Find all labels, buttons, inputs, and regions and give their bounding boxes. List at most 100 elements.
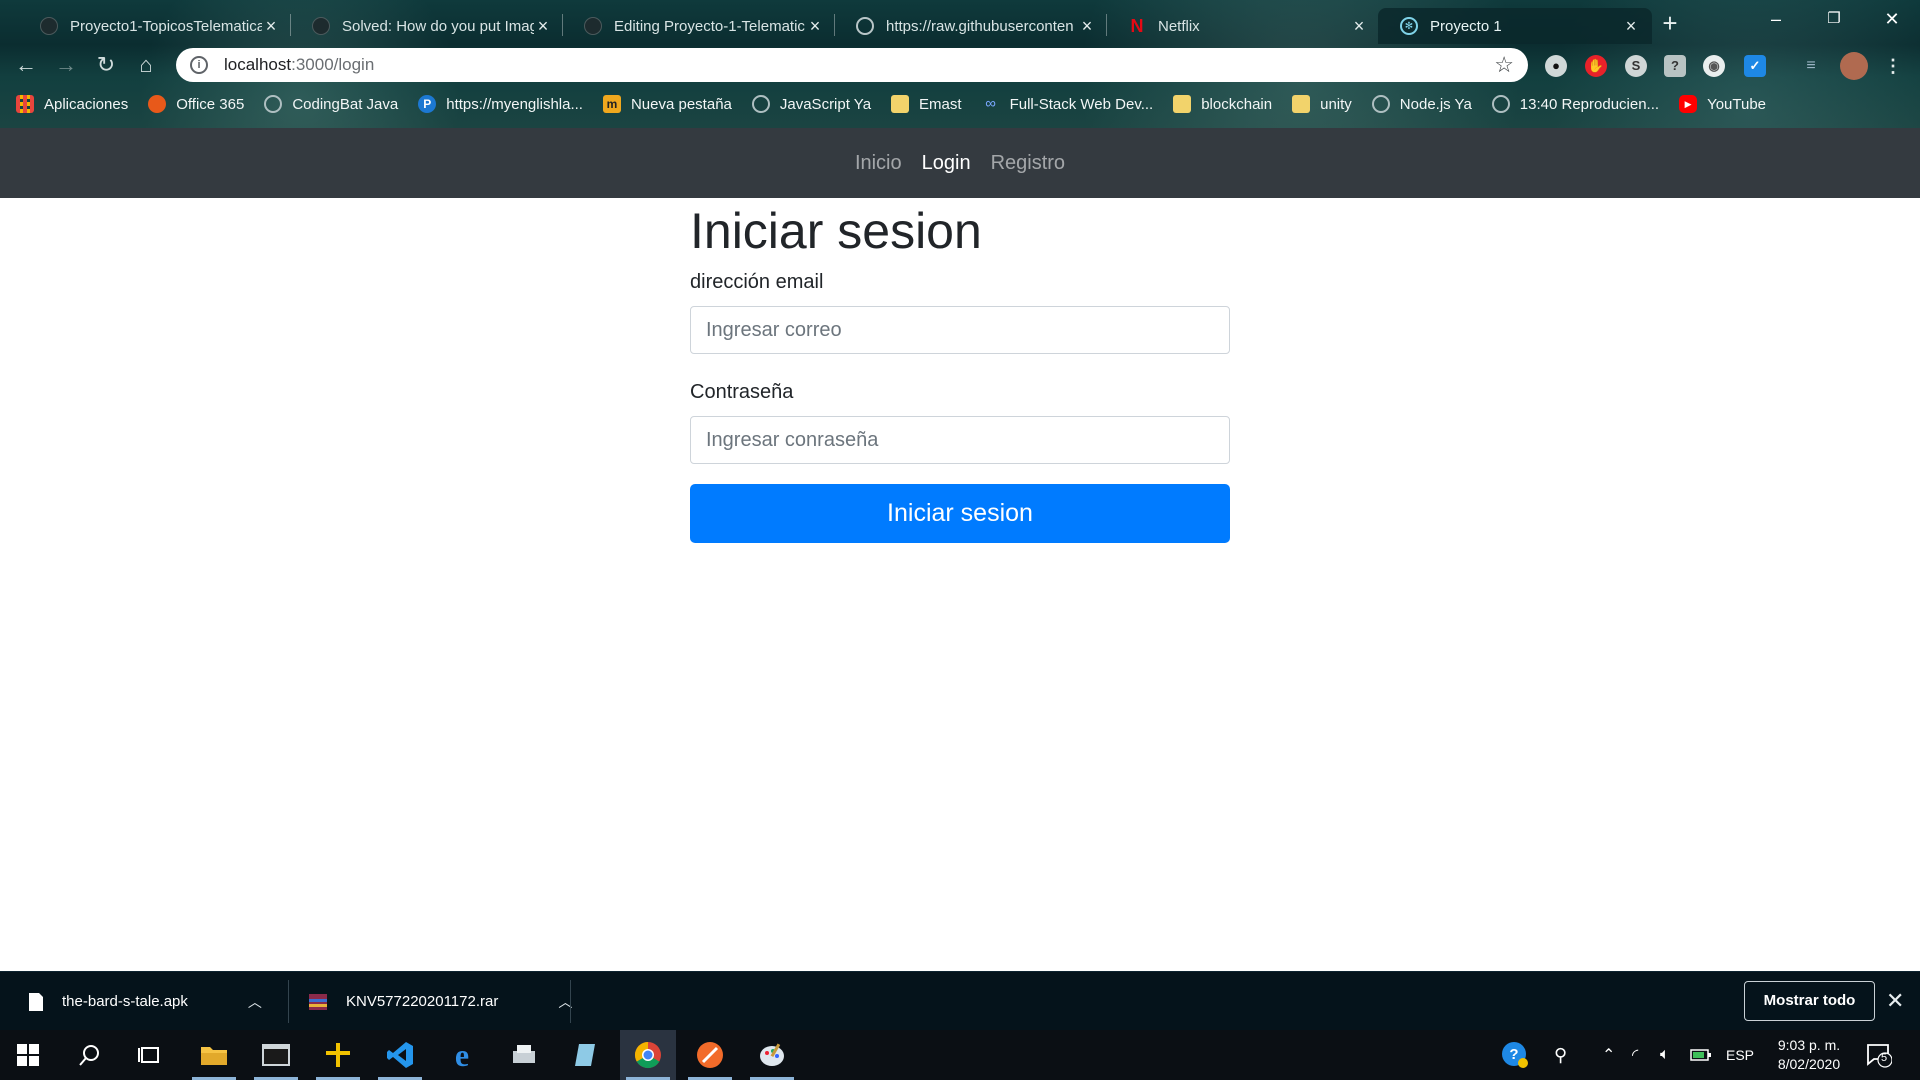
download-item[interactable]: KNV577220201172.rar ︿ bbox=[308, 972, 572, 1031]
bookmark-item[interactable]: 13:40 Reproducien... bbox=[1491, 95, 1659, 113]
file-explorer-icon[interactable] bbox=[186, 1030, 242, 1080]
back-icon[interactable]: ← bbox=[10, 49, 42, 81]
battery-icon[interactable] bbox=[1690, 1030, 1712, 1080]
chevron-up-icon[interactable]: ⌃ bbox=[1602, 1030, 1615, 1080]
help-tray-icon[interactable]: ? bbox=[1500, 1030, 1530, 1080]
record-extension-icon[interactable]: ◉ bbox=[1703, 55, 1725, 77]
bookmark-item[interactable]: Office 365 bbox=[148, 95, 244, 113]
globe-icon bbox=[1491, 95, 1510, 113]
folder-icon bbox=[1173, 95, 1192, 113]
close-tab-icon[interactable]: × bbox=[262, 16, 280, 37]
email-field[interactable] bbox=[690, 306, 1230, 354]
svg-text:?: ? bbox=[1509, 1046, 1518, 1063]
search-icon[interactable] bbox=[62, 1030, 118, 1080]
close-tab-icon[interactable]: × bbox=[1350, 16, 1368, 37]
minimize-icon[interactable]: – bbox=[1746, 4, 1806, 34]
bookmark-item[interactable]: ∞ Full-Stack Web Dev... bbox=[982, 95, 1153, 113]
close-window-icon[interactable]: ✕ bbox=[1862, 4, 1920, 34]
login-submit-button[interactable]: Iniciar sesion bbox=[690, 484, 1230, 543]
bookmark-item[interactable]: blockchain bbox=[1173, 95, 1272, 113]
extension-icon[interactable]: ● bbox=[1545, 55, 1567, 77]
nav-link-inicio[interactable]: Inicio bbox=[845, 152, 912, 175]
nav-link-registro[interactable]: Registro bbox=[981, 152, 1075, 175]
close-tab-icon[interactable]: × bbox=[806, 16, 824, 37]
download-item[interactable]: the-bard-s-tale.apk ︿ bbox=[28, 972, 262, 1031]
notification-center-icon[interactable]: 5 bbox=[1866, 1042, 1893, 1068]
compass-app-icon[interactable] bbox=[682, 1030, 738, 1080]
adblock-extension-icon[interactable]: ✋ bbox=[1585, 55, 1607, 77]
browser-tab[interactable]: https://raw.githubuserconten × bbox=[834, 8, 1108, 44]
home-icon[interactable]: ⌂ bbox=[130, 49, 162, 81]
password-field[interactable] bbox=[690, 416, 1230, 464]
login-form: Iniciar sesion dirección email Contraseñ… bbox=[690, 200, 1230, 543]
start-button[interactable] bbox=[0, 1030, 56, 1080]
bookmark-item[interactable]: JavaScript Ya bbox=[751, 95, 871, 113]
new-tab-icon[interactable]: + bbox=[1656, 10, 1684, 38]
menu-kebab-icon[interactable]: ⋮ bbox=[1882, 55, 1904, 77]
bookmark-item[interactable]: unity bbox=[1292, 95, 1352, 113]
vscode-icon[interactable] bbox=[372, 1030, 428, 1080]
close-tab-icon[interactable]: × bbox=[1078, 16, 1096, 37]
url-host: localhost bbox=[224, 55, 292, 74]
clock-date: 8/02/2020 bbox=[1777, 1056, 1841, 1072]
download-bar: the-bard-s-tale.apk ︿ KNV577220201172.ra… bbox=[0, 971, 1920, 1030]
tab-strip: Proyecto1-TopicosTelematica × Solved: Ho… bbox=[0, 0, 1920, 46]
bookmark-item[interactable]: ▶ YouTube bbox=[1679, 95, 1766, 113]
printer-icon[interactable] bbox=[496, 1030, 552, 1080]
site-info-icon[interactable]: i bbox=[190, 56, 208, 74]
winrar-icon bbox=[309, 993, 327, 1010]
browser-tab[interactable]: Solved: How do you put Imag × bbox=[290, 8, 564, 44]
wifi-icon[interactable]: ◜ bbox=[1632, 1030, 1638, 1080]
paint-icon[interactable] bbox=[744, 1030, 800, 1080]
profile-avatar[interactable] bbox=[1840, 52, 1868, 80]
page-title: Iniciar sesion bbox=[690, 203, 982, 259]
task-view-icon[interactable] bbox=[122, 1030, 178, 1080]
tab-title: Proyecto1-TopicosTelematica bbox=[70, 17, 262, 35]
globe-icon bbox=[751, 95, 770, 113]
close-tab-icon[interactable]: × bbox=[1622, 16, 1640, 37]
forward-icon[interactable]: → bbox=[50, 49, 82, 81]
clock[interactable]: 9:03 p. m. 8/02/2020 bbox=[1764, 1036, 1854, 1074]
chevron-up-icon[interactable]: ︿ bbox=[248, 992, 262, 1012]
infinity-icon: ∞ bbox=[985, 95, 996, 112]
language-indicator[interactable]: ESP bbox=[1726, 1030, 1754, 1080]
bookmark-item[interactable]: m Nueva pestaña bbox=[602, 95, 732, 113]
notepad-icon[interactable] bbox=[558, 1030, 614, 1080]
edge-icon[interactable]: e bbox=[434, 1030, 490, 1080]
windows-taskbar: e ? ⚲ ⌃ ◜ 🔈︎ ESP 9:03 p. m. 8/02/2020 5 bbox=[0, 1030, 1920, 1080]
tool-app-icon[interactable] bbox=[310, 1030, 366, 1080]
folder-icon bbox=[891, 95, 910, 113]
browser-tab[interactable]: Editing Proyecto-1-Telematic × bbox=[562, 8, 836, 44]
terminal-icon[interactable] bbox=[248, 1030, 304, 1080]
tab-title: Solved: How do you put Imag bbox=[342, 17, 534, 35]
p-icon: P bbox=[418, 95, 437, 113]
page-icon: m bbox=[602, 95, 621, 113]
help-extension-icon[interactable]: ? bbox=[1664, 55, 1686, 77]
close-icon[interactable]: ✕ bbox=[1886, 988, 1904, 1014]
bookmark-item[interactable]: Emast bbox=[891, 95, 962, 113]
skype-extension-icon[interactable]: S bbox=[1625, 55, 1647, 77]
show-all-button[interactable]: Mostrar todo bbox=[1744, 981, 1875, 1021]
browser-tab-active[interactable]: ✻ Proyecto 1 × bbox=[1378, 8, 1652, 44]
bookmark-item[interactable]: Aplicaciones bbox=[16, 95, 128, 113]
nav-link-login[interactable]: Login bbox=[912, 152, 981, 175]
chrome-icon[interactable] bbox=[620, 1030, 676, 1080]
close-tab-icon[interactable]: × bbox=[534, 16, 552, 37]
browser-tab[interactable]: Proyecto1-TopicosTelematica × bbox=[18, 8, 292, 44]
globe-icon bbox=[856, 17, 874, 35]
youtube-icon: ▶ bbox=[1679, 95, 1698, 113]
bookmark-item[interactable]: Phttps://myenglishla... bbox=[418, 95, 583, 113]
bookmark-item[interactable]: CodingBat Java bbox=[264, 95, 398, 113]
github-icon bbox=[40, 17, 58, 35]
reload-icon[interactable]: ↻ bbox=[90, 49, 122, 81]
bookmark-item[interactable]: Node.js Ya bbox=[1371, 95, 1472, 113]
browser-tab[interactable]: N Netflix × bbox=[1106, 8, 1380, 44]
volume-icon[interactable]: 🔈︎ bbox=[1660, 1030, 1670, 1080]
address-bar[interactable]: i localhost:3000/login ☆ bbox=[176, 48, 1528, 82]
restore-icon[interactable]: ❐ bbox=[1804, 4, 1864, 34]
media-controls-icon[interactable]: ≡ bbox=[1800, 55, 1822, 77]
shield-extension-icon[interactable]: ✓ bbox=[1744, 55, 1766, 77]
people-icon[interactable]: ⚲ bbox=[1554, 1030, 1567, 1080]
bookmark-star-icon[interactable]: ☆ bbox=[1494, 52, 1514, 78]
download-filename: the-bard-s-tale.apk bbox=[62, 993, 188, 1010]
